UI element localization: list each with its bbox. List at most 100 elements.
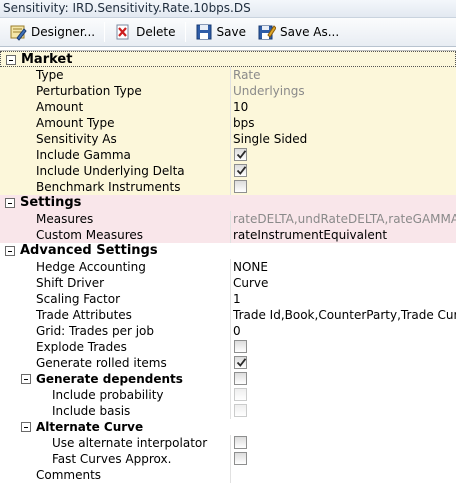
generate-dependents-checkbox[interactable]: [234, 372, 247, 385]
property-value[interactable]: Curve: [233, 275, 456, 291]
benchmark-instruments-checkbox[interactable]: [234, 180, 247, 193]
column-divider: [230, 435, 231, 451]
checkmark-icon: [236, 150, 247, 159]
column-divider: [230, 227, 231, 243]
delete-button[interactable]: Delete: [111, 21, 178, 43]
property-value[interactable]: Single Sided: [233, 131, 456, 147]
property-label: Measures: [36, 212, 94, 226]
property-row[interactable]: Sensitivity As Single Sided: [0, 131, 456, 147]
category-label: Alternate Curve: [36, 420, 144, 434]
column-divider: [230, 371, 231, 387]
property-row[interactable]: Comments: [0, 467, 456, 483]
toolbar: Designer... Delete Save Save As...: [0, 18, 456, 47]
property-value[interactable]: 10: [233, 99, 456, 115]
include-probability-checkbox[interactable]: [234, 388, 247, 401]
include-underlying-delta-checkbox[interactable]: [234, 164, 247, 177]
property-row[interactable]: Custom Measures rateInstrumentEquivalent: [0, 227, 456, 243]
property-value: Underlyings: [233, 84, 305, 98]
property-row[interactable]: Measures rateDELTA,undRateDELTA,rateGAMM…: [0, 211, 456, 227]
property-row[interactable]: Explode Trades: [0, 339, 456, 355]
property-label: Use alternate interpolator: [52, 436, 208, 450]
column-divider: [230, 339, 231, 355]
checkmark-icon: [236, 166, 247, 175]
property-row[interactable]: Fast Curves Approx.: [0, 451, 456, 467]
property-row[interactable]: Hedge Accounting NONE: [0, 259, 456, 275]
save-as-icon: [258, 23, 277, 41]
explode-trades-checkbox[interactable]: [234, 340, 247, 353]
save-label: Save: [216, 25, 246, 39]
property-label: Include Underlying Delta: [36, 164, 185, 178]
column-divider: [230, 323, 231, 339]
property-label: Benchmark Instruments: [36, 180, 181, 194]
property-label: Include probability: [52, 388, 164, 402]
column-divider: [230, 451, 231, 467]
property-row-generate-dependents[interactable]: Generate dependents: [0, 371, 456, 387]
fast-curves-approx-checkbox[interactable]: [234, 452, 247, 465]
property-row[interactable]: Shift Driver Curve: [0, 275, 456, 291]
category-settings[interactable]: Settings: [0, 195, 456, 211]
collapse-icon[interactable]: [21, 422, 31, 432]
property-value[interactable]: 0: [233, 323, 456, 339]
property-row[interactable]: Perturbation Type Underlyings: [0, 83, 456, 99]
window-title: Sensitivity: IRD.Sensitivity.Rate.10bps.…: [0, 0, 456, 18]
collapse-icon[interactable]: [5, 198, 15, 208]
property-row[interactable]: Include Underlying Delta: [0, 163, 456, 179]
save-button[interactable]: Save: [192, 21, 249, 43]
category-advanced-settings[interactable]: Advanced Settings: [0, 243, 456, 259]
property-row[interactable]: Include basis: [0, 403, 456, 419]
property-label: Custom Measures: [36, 228, 144, 242]
property-row[interactable]: Include Gamma: [0, 147, 456, 163]
designer-button[interactable]: Designer...: [6, 21, 98, 43]
property-row[interactable]: Include probability: [0, 387, 456, 403]
delete-label: Delete: [136, 25, 176, 39]
property-row[interactable]: Grid: Trades per job 0: [0, 323, 456, 339]
property-label: Sensitivity As: [36, 132, 117, 146]
category-alternate-curve[interactable]: Alternate Curve: [0, 419, 456, 435]
property-row[interactable]: Use alternate interpolator: [0, 435, 456, 451]
property-row[interactable]: Trade Attributes Trade Id,Book,CounterPa…: [0, 307, 456, 323]
property-row[interactable]: Amount 10: [0, 99, 456, 115]
column-divider: [230, 179, 231, 195]
collapse-icon[interactable]: [5, 246, 15, 256]
property-row[interactable]: Generate rolled items: [0, 355, 456, 371]
use-alternate-interpolator-checkbox[interactable]: [234, 436, 247, 449]
floppy-disk-icon: [195, 23, 213, 41]
include-gamma-checkbox[interactable]: [234, 148, 247, 161]
checkmark-icon: [236, 358, 247, 367]
property-label: Amount: [36, 100, 84, 114]
property-label: Include basis: [52, 404, 131, 418]
property-value[interactable]: Trade Id,Book,CounterParty,Trade Curr: [233, 307, 456, 323]
property-value[interactable]: [233, 467, 456, 483]
column-divider: [230, 275, 231, 291]
property-row[interactable]: Type Rate: [0, 67, 456, 83]
property-value[interactable]: bps: [233, 115, 456, 131]
property-label: Generate rolled items: [36, 356, 167, 370]
delete-icon: [114, 23, 132, 41]
property-value[interactable]: NONE: [233, 259, 456, 275]
property-label: Perturbation Type: [36, 84, 142, 98]
generate-rolled-items-checkbox[interactable]: [234, 356, 247, 369]
property-row[interactable]: Amount Type bps: [0, 115, 456, 131]
toolbar-separator: [104, 22, 106, 42]
save-as-button[interactable]: Save As...: [255, 21, 342, 43]
property-row[interactable]: Benchmark Instruments: [0, 179, 456, 195]
include-basis-checkbox[interactable]: [234, 404, 247, 417]
column-divider: [230, 259, 231, 275]
property-value[interactable]: 1: [233, 291, 456, 307]
property-label: Shift Driver: [36, 276, 105, 290]
property-value[interactable]: rateInstrumentEquivalent: [233, 227, 456, 243]
save-as-label: Save As...: [280, 25, 340, 39]
property-label: Fast Curves Approx.: [52, 452, 172, 466]
column-divider: [230, 467, 231, 483]
category-label: Advanced Settings: [20, 243, 158, 258]
category-market[interactable]: Market: [0, 51, 456, 67]
column-divider: [230, 403, 231, 419]
collapse-icon[interactable]: [21, 374, 31, 384]
property-row[interactable]: Scaling Factor 1: [0, 291, 456, 307]
property-label: Generate dependents: [36, 372, 183, 386]
column-divider: [230, 131, 231, 147]
column-divider: [230, 83, 231, 99]
collapse-icon[interactable]: [6, 55, 16, 65]
property-label: Hedge Accounting: [36, 260, 146, 274]
category-label: Settings: [20, 195, 82, 210]
